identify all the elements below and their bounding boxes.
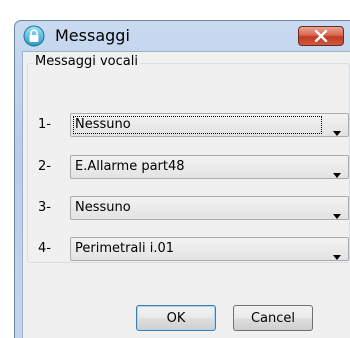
- message-select-2-value: E.Allarme part48: [75, 159, 185, 174]
- chevron-down-icon: [333, 246, 341, 260]
- voice-messages-group: Messaggi vocali 1- Nessuno 2- E.Allarme …: [27, 54, 350, 263]
- lock-icon: [23, 25, 45, 47]
- group-label: Messaggi vocali: [33, 54, 140, 69]
- message-select-1-value: Nessuno: [75, 117, 131, 132]
- window-title: Messaggi: [55, 26, 130, 45]
- message-select-2[interactable]: E.Allarme part48: [70, 155, 349, 179]
- dialog-body: Messaggi vocali 1- Nessuno 2- E.Allarme …: [22, 51, 350, 338]
- close-button[interactable]: [298, 26, 344, 46]
- message-select-3-value: Nessuno: [75, 200, 131, 215]
- message-select-3[interactable]: Nessuno: [70, 196, 349, 220]
- ok-button[interactable]: OK: [136, 305, 216, 331]
- row-label-2: 2-: [38, 159, 51, 174]
- row-label-1: 1-: [38, 117, 51, 132]
- cancel-button[interactable]: Cancel: [233, 305, 313, 331]
- close-icon: [314, 27, 328, 46]
- message-select-4-value: Perimetrali i.01: [75, 241, 175, 256]
- dialog-window: Messaggi Messaggi vocali 1- Nessuno 2- E: [14, 20, 350, 338]
- message-select-1[interactable]: Nessuno: [70, 113, 349, 137]
- chevron-down-icon: [333, 122, 341, 136]
- chevron-down-icon: [333, 164, 341, 178]
- chevron-down-icon: [333, 205, 341, 219]
- message-select-4[interactable]: Perimetrali i.01: [70, 237, 349, 261]
- row-label-4: 4-: [38, 241, 51, 256]
- row-label-3: 3-: [38, 200, 51, 215]
- title-bar[interactable]: Messaggi: [15, 21, 350, 51]
